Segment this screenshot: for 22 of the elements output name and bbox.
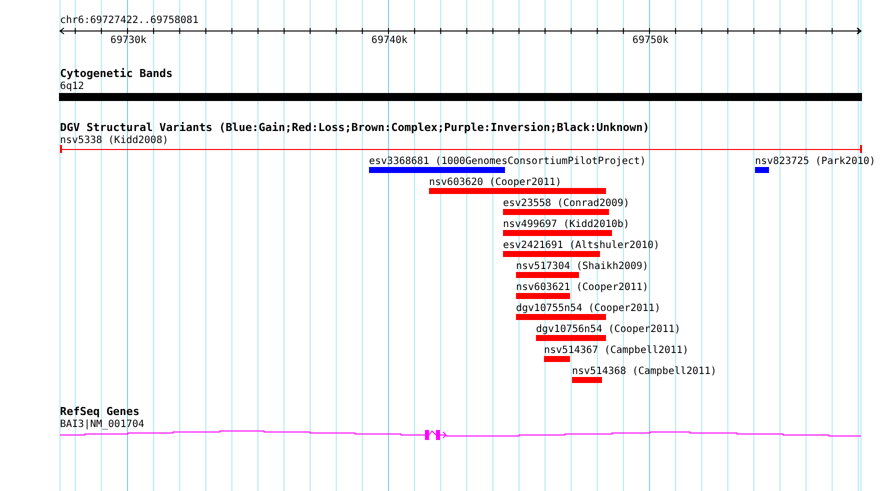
variant-label: nsv514368 (Campbell2011) xyxy=(572,366,716,378)
variant-label: esv3368681 (1000GenomesConsortiumPilotProject) xyxy=(369,156,646,168)
variant-label: esv23558 (Conrad2009) xyxy=(503,198,630,210)
variant-label: nsv823725 (Park2010) xyxy=(755,156,876,168)
region-coordinates: chr6:69727422..69758081 xyxy=(60,15,198,27)
ruler-tick-label: 69730k xyxy=(110,35,147,47)
ruler-tick-label: 69740k xyxy=(371,35,408,47)
variant-label: nsv517304 (Shaikh2009) xyxy=(516,261,648,273)
variant-label: nsv499697 (Kidd2010b) xyxy=(503,219,630,231)
band-label: 6q12 xyxy=(60,81,84,93)
gene-label: BAI3|NM_001704 xyxy=(60,419,144,431)
variant-label: nsv603621 (Cooper2011) xyxy=(516,282,648,294)
track-title: RefSeq Genes xyxy=(60,406,140,418)
variant-label: dgv10755n54 (Cooper2011) xyxy=(516,303,660,315)
variant-label: nsv514367 (Campbell2011) xyxy=(544,345,688,357)
ruler-tick-label: 69750k xyxy=(632,35,669,47)
variant-label: esv2421691 (Altshuler2010) xyxy=(503,240,660,252)
track-title: Cytogenetic Bands xyxy=(60,68,173,80)
track-title: DGV Structural Variants (Blue:Gain;Red:Loss;Brown:Complex;Purple:Inversion;Black:Unknown) xyxy=(60,122,650,134)
variant-label: nsv5338 (Kidd2008) xyxy=(60,135,168,147)
variant-label: nsv603620 (Cooper2011) xyxy=(429,177,562,189)
variant-label: dgv10756n54 (Cooper2011) xyxy=(536,324,680,336)
